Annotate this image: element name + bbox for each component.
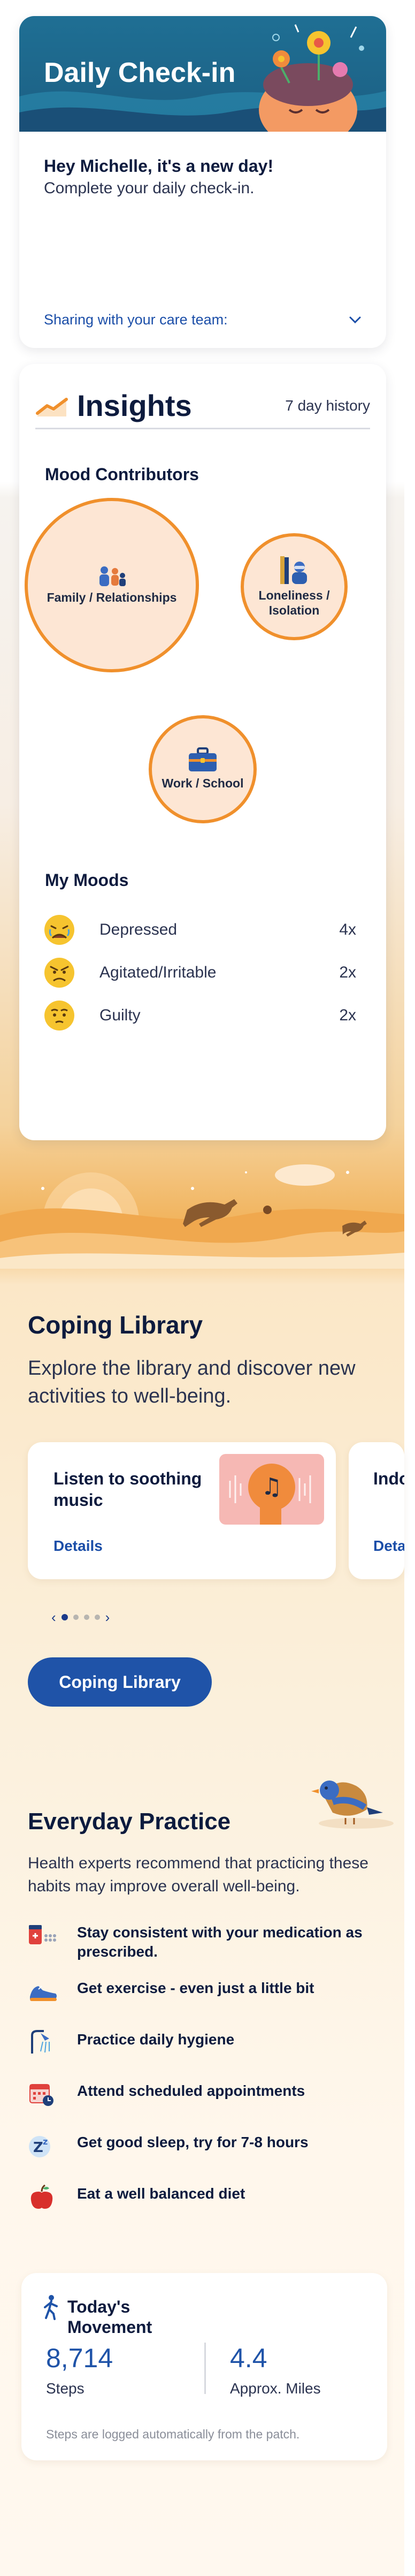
guilty-face-icon [44,1001,74,1031]
coping-card-details-link[interactable]: Details [53,1537,103,1555]
irritable-face-icon [44,958,74,988]
mood-name: Guilty [99,1006,141,1024]
practice-item-exercise: Get exercise - even just a little bit [28,1979,370,2004]
miles-label: Approx. Miles [230,2380,321,2397]
svg-text:♫: ♫ [261,1473,282,1501]
my-moods-title: My Moods [45,870,129,890]
practice-item-text: Get good sleep, try for 7-8 hours [77,2134,309,2150]
checkin-subtitle: Complete your daily check-in. [44,179,255,197]
chevron-right-icon[interactable]: › [105,1610,110,1624]
pager-dot[interactable] [73,1615,79,1620]
coping-card-title: Indoor Walk [373,1469,404,1488]
practice-item-medication: Stay consistent with your medication as … [28,1923,370,1962]
mood-contributors-title: Mood Contributors [45,465,199,484]
coping-card-music[interactable]: Listen to soothing music ♫ Details [28,1442,336,1579]
depressed-face-icon [44,915,74,945]
practice-item-diet: Eat a well balanced diet [28,2184,370,2210]
insights-title: Insights [77,389,192,422]
calendar-icon [29,2084,53,2106]
coping-card-title: Listen to soothing music [53,1469,202,1510]
page-edge [404,0,415,2576]
everyday-practice-title: Everyday Practice [28,1808,231,1835]
mood-row-guilty: Guilty 2x [43,999,356,1032]
mood-name: Agitated/Irritable [99,964,217,981]
carousel-pager: ‹ › [51,1610,110,1624]
greeting-heading: Hey Michelle, it's a new day! [44,156,274,176]
everyday-practice-description: Health experts recommend that practicing… [28,1854,368,1895]
sharing-label: Sharing with your care team: [44,312,228,328]
walking-person-icon [44,2295,58,2320]
contributor-family-bubble[interactable]: Family / Relationships [25,498,199,672]
mood-row-depressed: Depressed 4x [43,913,356,946]
practice-item-text: Eat a well balanced diet [77,2185,245,2202]
trend-chart-icon [36,397,68,416]
practice-item-sleep: Z z Get good sleep, try for 7-8 hours [28,2133,370,2158]
mood-row-irritable: Agitated/Irritable 2x [43,956,356,989]
mood-name: Depressed [99,921,178,938]
steps-value: 8,714 [46,2343,113,2373]
chevron-left-icon[interactable]: ‹ [51,1610,56,1624]
practice-item-text: Attend scheduled appointments [77,2082,305,2099]
medication-icon [29,1925,56,1944]
contributor-label: Family / Relationships [47,590,177,605]
pager-dot[interactable] [94,1615,100,1620]
practice-item-appointments: Attend scheduled appointments [28,2081,370,2107]
mood-count: 2x [339,964,356,981]
practice-item-text: Stay consistent with your medication as … [77,1924,363,1960]
pager-dot[interactable] [83,1615,89,1620]
movement-title: Today's Movement [67,2297,152,2337]
miles-value: 4.4 [230,2343,267,2373]
chevron-down-icon[interactable] [349,316,362,324]
svg-text:Z: Z [33,2140,43,2156]
stats-divider [204,2343,206,2394]
sharing-care-team-toggle[interactable]: Sharing with your care team: [44,312,362,328]
shower-icon [31,2030,50,2054]
insights-header: Insights 7 day history [35,389,370,429]
family-icon [99,566,126,587]
isolation-icon [280,556,307,585]
contributor-label: Work / School [162,776,244,791]
daily-checkin-card[interactable]: Daily Check-in Hey Michelle, it's a new … [19,16,386,348]
contributor-label: Loneliness / Isolation [258,588,330,617]
apple-icon [30,2184,53,2209]
sleep-icon: Z z [29,2136,50,2157]
steps-label: Steps [46,2380,84,2397]
movement-note: Steps are logged automatically from the … [46,2427,300,2441]
dogs-landscape-illustration [0,1164,404,1269]
insights-card: Insights 7 day history Mood Contributors… [19,364,386,1140]
contributor-isolation-bubble[interactable]: Loneliness / Isolation [241,533,348,640]
practice-item-text: Practice daily hygiene [77,2031,235,2048]
checkin-header-banner: Daily Check-in [19,16,386,132]
contributor-work-bubble[interactable]: Work / School [149,715,257,823]
svg-text:z: z [43,2136,48,2147]
coping-card-indoor-walk[interactable]: Indoor Walk Details [349,1442,404,1579]
bird-illustration [311,1781,394,1829]
practice-item-text: Get exercise - even just a little bit [77,1980,314,1996]
coping-card-details-link[interactable]: Details [373,1537,404,1555]
sneaker-icon [30,1986,57,2001]
music-head-icon: ♫ [219,1454,324,1525]
practice-item-hygiene: Practice daily hygiene [28,2030,370,2056]
checkin-title: Daily Check-in [44,57,236,88]
briefcase-icon [189,747,217,772]
mood-count: 2x [339,1006,356,1024]
history-range[interactable]: 7 day history [285,397,370,414]
coping-library-description: Explore the library and discover new act… [28,1357,356,1408]
pager-dot[interactable] [61,1614,68,1620]
coping-library-button[interactable]: Coping Library [28,1657,212,1707]
mood-count: 4x [339,921,356,938]
coping-library-title: Coping Library [28,1311,203,1339]
todays-movement-card: Today's Movement 8,714 Steps 4.4 Approx.… [21,2273,387,2460]
